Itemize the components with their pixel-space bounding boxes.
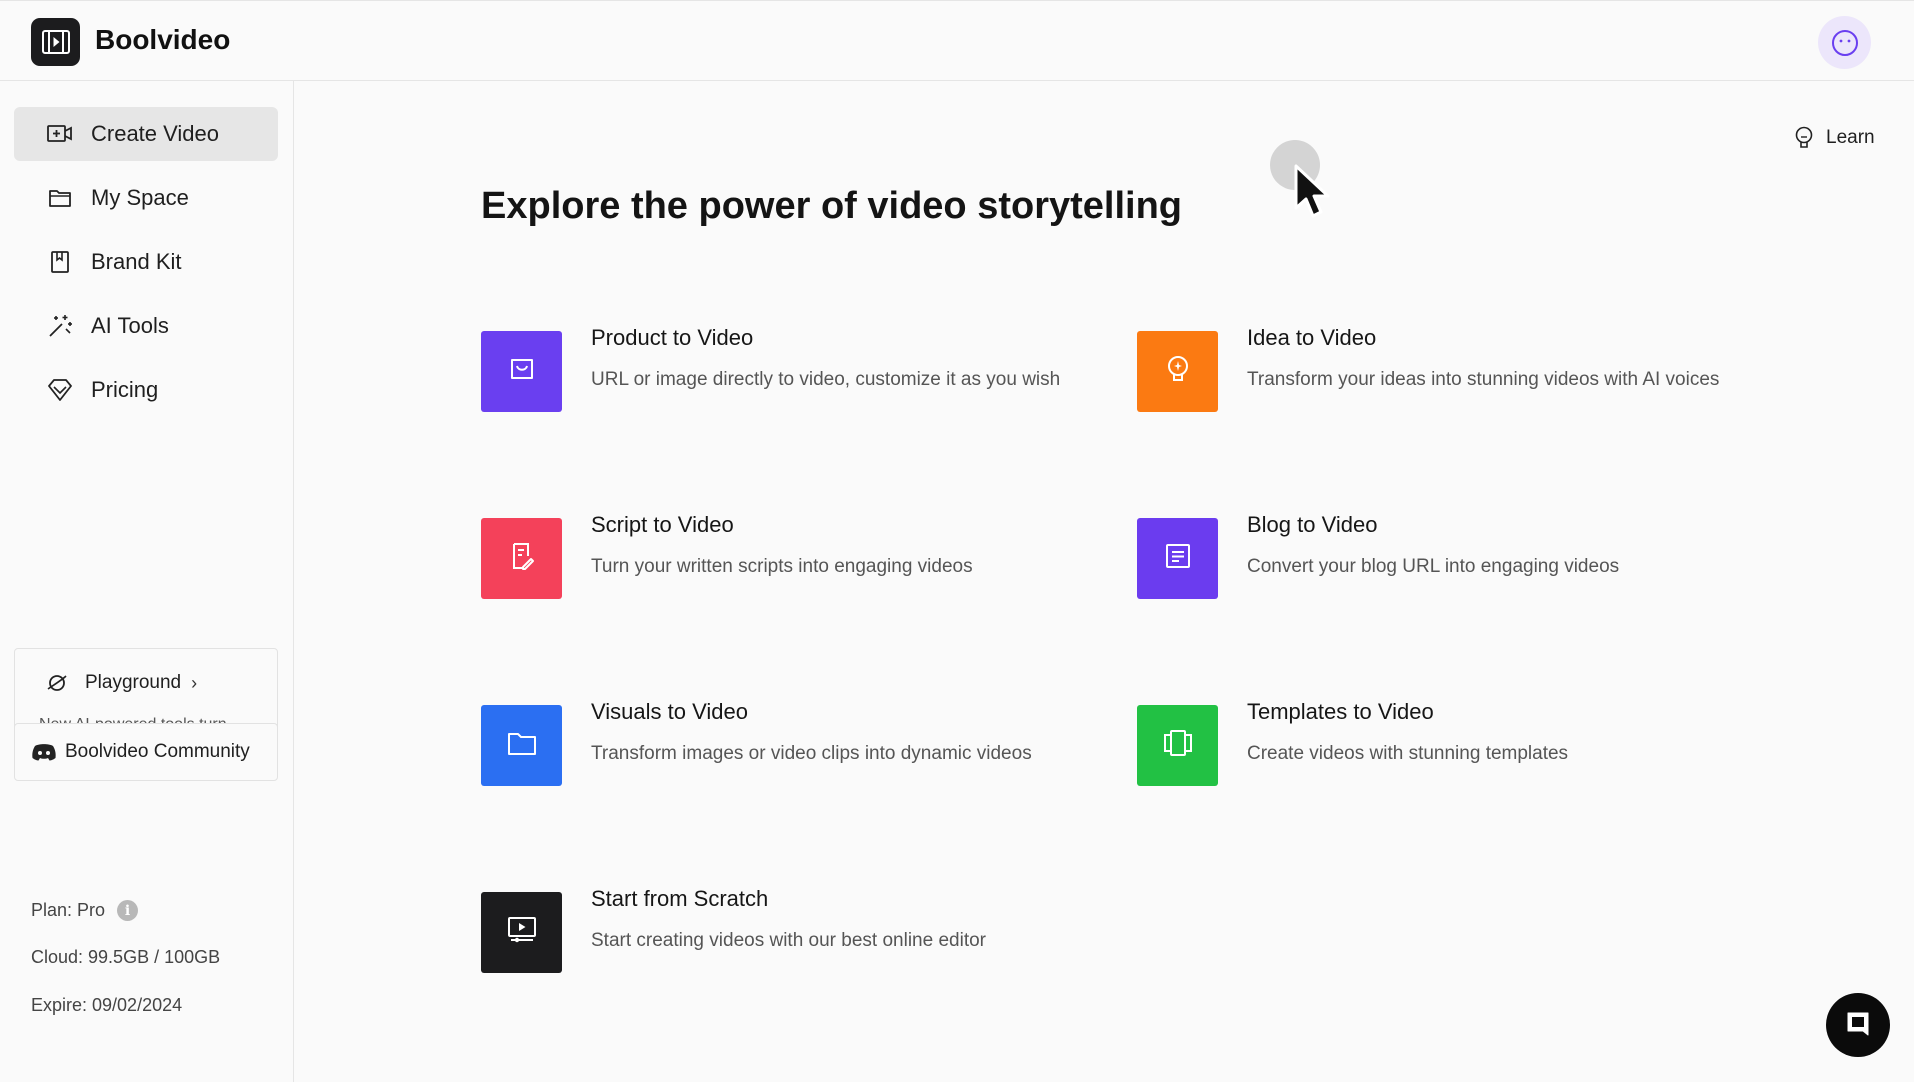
shopping-bag-icon <box>507 354 537 389</box>
expire-label: Expire: 09/02/2024 <box>31 995 183 1015</box>
card-description: Transform images or video clips into dyn… <box>591 743 1032 764</box>
card-blog-to-video[interactable]: Blog to Video Convert your blog URL into… <box>1137 512 1727 628</box>
card-title: Templates to Video <box>1247 699 1434 724</box>
card-templates-to-video[interactable]: Templates to Video Create videos with st… <box>1137 699 1727 815</box>
card-description: Turn your written scripts into engaging … <box>591 556 973 577</box>
card-idea-to-video[interactable]: Idea to Video Transform your ideas into … <box>1137 325 1727 441</box>
info-icon[interactable]: i <box>117 900 139 921</box>
card-tile <box>1137 705 1218 786</box>
card-tile <box>1137 518 1218 599</box>
card-tile <box>481 705 562 786</box>
learn-label: Learn <box>1826 127 1875 148</box>
card-product-to-video[interactable]: Product to Video URL or image directly t… <box>481 325 1071 441</box>
chevron-right-icon: › <box>191 672 198 693</box>
sidebar-item-label: Create Video <box>91 121 220 146</box>
discord-icon <box>31 742 57 762</box>
sidebar-item-label: My Space <box>91 185 189 210</box>
card-start-from-scratch[interactable]: Start from Scratch Start creating videos… <box>481 886 1071 1002</box>
bookmark-icon <box>44 246 76 278</box>
mouse-cursor-icon <box>1294 164 1336 229</box>
avatar[interactable] <box>1818 16 1871 69</box>
diamond-icon <box>44 374 76 406</box>
sidebar-item-label: Brand Kit <box>91 249 182 274</box>
card-description: Transform your ideas into stunning video… <box>1247 369 1720 390</box>
sidebar-item-create-video[interactable]: Create Video <box>14 107 278 161</box>
lightbulb-icon <box>1163 353 1193 390</box>
card-tile <box>481 518 562 599</box>
document-icon <box>1163 541 1193 576</box>
sidebar-item-label: Pricing <box>91 377 159 402</box>
card-title: Product to Video <box>591 325 754 350</box>
card-visuals-to-video[interactable]: Visuals to Video Transform images or vid… <box>481 699 1071 815</box>
app-name: Boolvideo <box>95 24 231 55</box>
cloud-usage: Cloud: 99.5GB / 100GB <box>31 947 220 968</box>
card-description: Convert your blog URL into engaging vide… <box>1247 556 1620 577</box>
sidebar: Create Video My Space Brand Kit AI Tools… <box>0 81 294 1082</box>
page-title: Explore the power of video storytelling <box>481 185 1182 227</box>
card-description: Create videos with stunning templates <box>1247 743 1569 764</box>
logo-icon[interactable] <box>31 18 80 66</box>
plan-label: Plan: Pro <box>31 900 106 920</box>
planet-icon <box>45 671 69 695</box>
card-description: URL or image directly to video, customiz… <box>591 369 1061 390</box>
chat-icon <box>1843 1008 1873 1043</box>
folder-icon <box>44 182 76 214</box>
card-title: Blog to Video <box>1247 512 1378 537</box>
folder-icon <box>506 729 538 762</box>
magic-wand-icon <box>44 310 76 342</box>
sidebar-item-brand-kit[interactable]: Brand Kit <box>14 235 278 289</box>
templates-icon <box>1161 728 1195 763</box>
card-title: Idea to Video <box>1247 325 1377 350</box>
chat-button[interactable] <box>1826 993 1890 1057</box>
card-tile <box>481 331 562 412</box>
card-title: Script to Video <box>591 512 734 537</box>
learn-link[interactable]: Learn <box>1792 126 1875 150</box>
sidebar-item-label: AI Tools <box>91 313 169 338</box>
top-bar: Boolvideo <box>0 0 1914 81</box>
card-title: Visuals to Video <box>591 699 748 724</box>
sidebar-item-my-space[interactable]: My Space <box>14 171 278 225</box>
card-tile <box>481 892 562 973</box>
cloud-label: Cloud: 99.5GB / 100GB <box>31 947 221 967</box>
card-description: Start creating videos with our best onli… <box>591 930 986 951</box>
card-title: Start from Scratch <box>591 886 769 911</box>
playground-link[interactable]: Playground › <box>45 671 197 695</box>
sidebar-item-ai-tools[interactable]: AI Tools <box>14 299 278 353</box>
playground-label: Playground <box>85 672 182 693</box>
monitor-play-icon <box>506 914 538 951</box>
lightbulb-icon <box>1792 126 1816 150</box>
community-button[interactable]: Boolvideo Community <box>14 723 278 781</box>
script-edit-icon <box>507 540 537 577</box>
video-add-icon <box>44 118 76 150</box>
plan-info: Plan: Pro i <box>31 900 139 921</box>
plan-expiry: Expire: 09/02/2024 <box>31 995 182 1016</box>
card-tile <box>1137 331 1218 412</box>
card-script-to-video[interactable]: Script to Video Turn your written script… <box>481 512 1071 628</box>
sidebar-item-pricing[interactable]: Pricing <box>14 363 278 417</box>
community-label: Boolvideo Community <box>65 741 250 762</box>
